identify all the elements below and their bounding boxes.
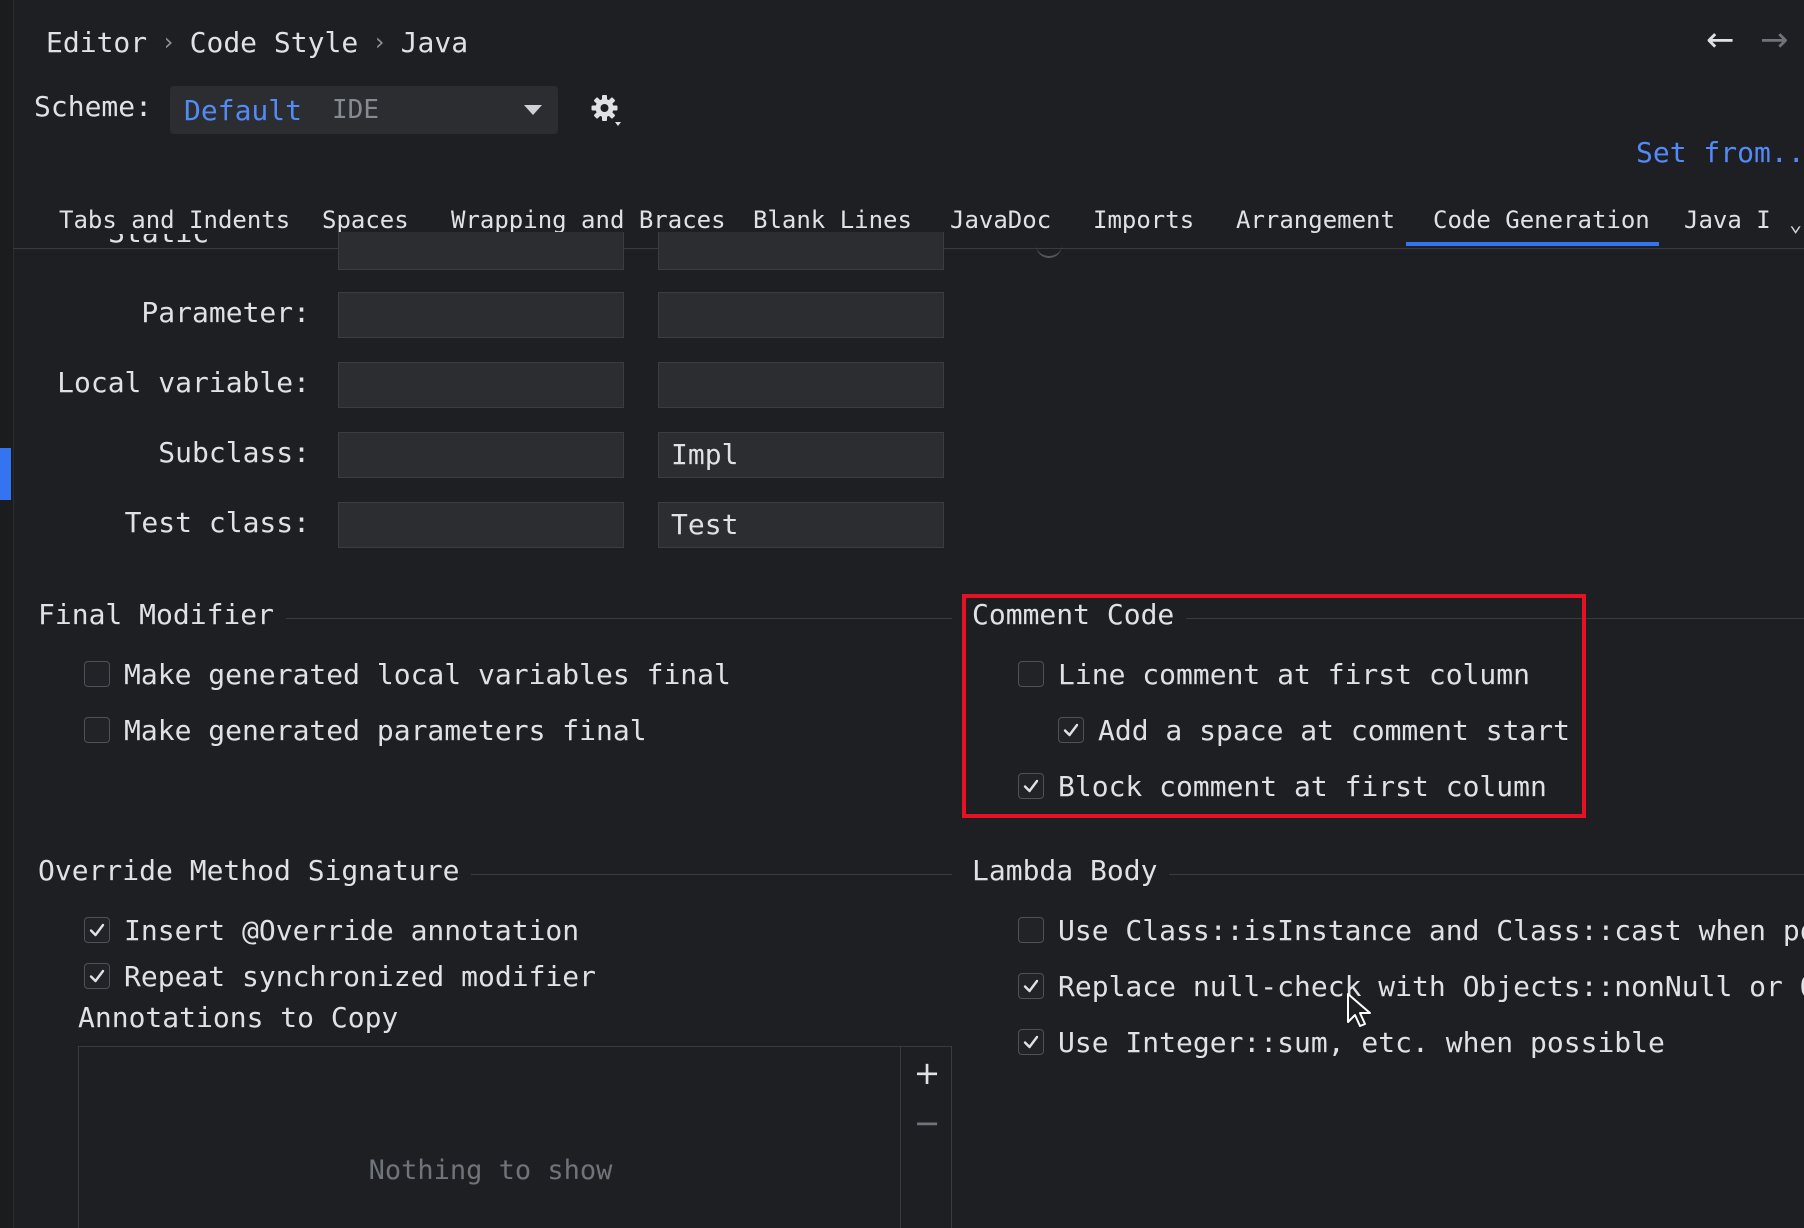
checkbox-label: Use Integer::sum, etc. when possible	[1058, 1025, 1665, 1059]
empty-list-text: Nothing to show	[368, 1155, 613, 1186]
checkbox-box	[1018, 917, 1044, 943]
checkbox-box	[1018, 973, 1044, 999]
checkbox-box	[84, 917, 110, 943]
lambda-body-title: Lambda Body	[972, 854, 1170, 887]
checkbox-label: Make generated local variables final	[124, 657, 731, 691]
forward-arrow-icon[interactable]: →	[1760, 20, 1789, 60]
chevron-down-icon[interactable]: ⌄	[1789, 212, 1802, 237]
checkbox-box	[1018, 1029, 1044, 1055]
breadcrumb: Editor › Code Style › Java	[46, 22, 468, 62]
final-modifier-title: Final Modifier	[38, 598, 287, 631]
make-parameters-final-checkbox[interactable]: Make generated parameters final	[84, 710, 647, 750]
scheme-dropdown[interactable]: Default IDE	[170, 86, 558, 134]
tab-javadoc[interactable]: JavaDoc	[950, 206, 1051, 234]
active-tab-underline	[1406, 242, 1659, 246]
replace-null-check-checkbox[interactable]: Replace null-check with Objects::nonNull…	[1018, 966, 1804, 1006]
code-style-settings-page: Editor › Code Style › Java ← → Scheme: D…	[0, 0, 1804, 1228]
mouse-cursor-icon	[1347, 993, 1371, 1027]
use-class-isinstance-checkbox[interactable]: Use Class::isInstance and Class::cast wh…	[1018, 910, 1804, 950]
checkmark-icon	[1023, 979, 1039, 993]
cut-off-field-label: Static field:	[108, 234, 313, 250]
annotations-list[interactable]: Nothing to show	[78, 1046, 901, 1228]
breadcrumb-separator: ›	[161, 28, 176, 56]
left-panel-edge	[0, 0, 14, 1228]
breadcrumb-java: Java	[400, 25, 469, 59]
local-variable-prefix-input[interactable]	[338, 362, 624, 408]
local-variable-label: Local variable:	[57, 366, 310, 399]
tab-wrapping-and-braces[interactable]: Wrapping and Braces	[451, 206, 726, 234]
checkbox-label: Line comment at first column	[1058, 657, 1531, 691]
set-from-link[interactable]: Set from...	[1636, 136, 1804, 169]
back-arrow-icon[interactable]: ←	[1706, 20, 1735, 60]
test-class-label: Test class:	[124, 506, 310, 539]
checkmark-icon	[1023, 779, 1039, 793]
scheme-label: Scheme:	[34, 90, 153, 123]
tab-java[interactable]: Java I	[1684, 206, 1771, 234]
checkmark-icon	[1063, 723, 1079, 737]
breadcrumb-editor[interactable]: Editor	[46, 26, 147, 59]
annotations-to-copy-label: Annotations to Copy	[78, 1001, 399, 1034]
test-class-suffix-input[interactable]: Test	[658, 502, 944, 548]
scheme-name: Default	[184, 93, 303, 127]
checkbox-box	[1018, 661, 1044, 687]
tab-blank-lines[interactable]: Blank Lines	[753, 206, 912, 234]
tab-arrangement[interactable]: Arrangement	[1236, 206, 1395, 234]
checkbox-label: Add a space at comment start	[1098, 713, 1571, 747]
parameter-label: Parameter:	[141, 296, 310, 329]
use-integer-sum-checkbox[interactable]: Use Integer::sum, etc. when possible	[1018, 1022, 1665, 1062]
tab-tabs-and-indents[interactable]: Tabs and Indents	[59, 206, 290, 234]
selected-tree-item-marker	[0, 448, 11, 500]
checkbox-box	[84, 963, 110, 989]
comment-code-title: Comment Code	[972, 598, 1187, 631]
static-field-prefix-input[interactable]	[338, 232, 624, 270]
insert-override-annotation-checkbox[interactable]: Insert @Override annotation	[84, 910, 579, 950]
scheme-type: IDE	[332, 95, 379, 125]
local-variable-suffix-input[interactable]	[658, 362, 944, 408]
checkmark-icon	[1023, 1035, 1039, 1049]
tab-code-generation[interactable]: Code Generation	[1433, 206, 1650, 234]
repeat-synchronized-modifier-checkbox[interactable]: Repeat synchronized modifier	[84, 956, 596, 996]
checkbox-box	[1018, 773, 1044, 799]
breadcrumb-code-style[interactable]: Code Style	[190, 26, 359, 59]
subclass-prefix-input[interactable]	[338, 432, 624, 478]
checkbox-label: Block comment at first column	[1058, 769, 1547, 803]
chevron-down-icon	[524, 105, 542, 115]
test-class-prefix-input[interactable]	[338, 502, 624, 548]
checkbox-label: Use Class::isInstance and Class::cast wh…	[1058, 913, 1804, 947]
subclass-label: Subclass:	[158, 436, 310, 469]
parameter-suffix-input[interactable]	[658, 292, 944, 338]
checkbox-box	[84, 661, 110, 687]
add-space-comment-start-checkbox[interactable]: Add a space at comment start	[1058, 710, 1570, 750]
group-divider	[262, 618, 952, 619]
checkbox-label: Make generated parameters final	[124, 713, 647, 747]
tab-imports[interactable]: Imports	[1093, 206, 1194, 234]
checkbox-label: Repeat synchronized modifier	[124, 959, 597, 993]
subclass-suffix-input[interactable]: Impl	[658, 432, 944, 478]
tab-spaces[interactable]: Spaces	[322, 206, 409, 234]
checkbox-label: Replace null-check with Objects::nonNull…	[1058, 969, 1804, 1003]
group-divider	[1150, 874, 1804, 875]
checkmark-icon	[89, 969, 105, 983]
override-method-title: Override Method Signature	[38, 854, 472, 887]
block-comment-first-column-checkbox[interactable]: Block comment at first column	[1018, 766, 1547, 806]
checkbox-box	[84, 717, 110, 743]
group-divider	[440, 874, 952, 875]
cut-off-radio	[1036, 244, 1062, 258]
group-divider	[1160, 618, 1804, 619]
add-icon[interactable]: +	[913, 1057, 941, 1089]
breadcrumb-separator: ›	[372, 28, 387, 56]
static-field-suffix-input[interactable]	[658, 232, 944, 270]
parameter-prefix-input[interactable]	[338, 292, 624, 338]
remove-icon[interactable]: −	[913, 1107, 941, 1139]
checkbox-label: Insert @Override annotation	[124, 913, 580, 947]
line-comment-first-column-checkbox[interactable]: Line comment at first column	[1018, 654, 1530, 694]
make-local-variables-final-checkbox[interactable]: Make generated local variables final	[84, 654, 731, 694]
checkbox-box	[1058, 717, 1084, 743]
annotations-toolbar: + −	[900, 1046, 952, 1228]
gear-icon[interactable]	[588, 92, 624, 128]
checkmark-icon	[89, 923, 105, 937]
